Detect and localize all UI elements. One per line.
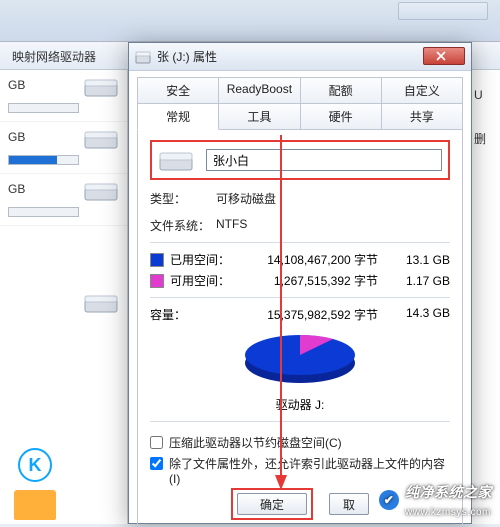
- drive-item[interactable]: [0, 286, 127, 338]
- capacity-label: 容量：: [150, 306, 236, 323]
- used-label: 已用空间：: [170, 251, 236, 268]
- capacity-gb: 14.3 GB: [390, 306, 450, 323]
- clip-u: U: [474, 88, 496, 102]
- watermark-text: 纯净系统之家: [405, 484, 492, 500]
- ok-button-highlight: 确定: [231, 488, 313, 520]
- tab-pane-general: 类型： 可移动磁盘 文件系统： NTFS 已用空间： 14,108,467,20…: [137, 129, 463, 527]
- drive-icon: [83, 74, 119, 100]
- ok-button[interactable]: 确定: [237, 493, 307, 515]
- cancel-button[interactable]: 取: [329, 493, 369, 515]
- app-k-icon[interactable]: K: [18, 448, 52, 482]
- tab-readyboost[interactable]: ReadyBoost: [219, 77, 300, 103]
- window-controls-bg: [398, 2, 488, 20]
- used-bytes: 14,108,467,200 字节: [236, 251, 390, 268]
- drive-item[interactable]: GB: [0, 70, 127, 122]
- tab-general[interactable]: 常规: [137, 103, 219, 130]
- dialog-title-text: 张 (J:) 属性: [157, 48, 217, 65]
- drive-letter-label: 驱动器 J:: [150, 396, 450, 413]
- drive-size-label: GB: [8, 78, 25, 92]
- tab-quota[interactable]: 配额: [301, 77, 382, 103]
- map-network-drive-label[interactable]: 映射网络驱动器: [12, 50, 96, 64]
- drive-size-label: GB: [8, 130, 25, 144]
- watermark-logo-icon: ✔: [379, 490, 399, 510]
- right-edge-clip: U 删: [470, 70, 500, 524]
- used-gb: 13.1 GB: [390, 253, 450, 267]
- watermark: ✔ 纯净系统之家 www.kzmsys.com: [379, 482, 492, 518]
- tab-custom[interactable]: 自定义: [382, 77, 463, 103]
- drive-item[interactable]: GB: [0, 174, 127, 226]
- drive-icon: [135, 49, 151, 65]
- free-bytes: 1,267,515,392 字节: [236, 272, 390, 289]
- tab-hardware[interactable]: 硬件: [301, 103, 382, 129]
- volume-name-input[interactable]: [206, 149, 442, 171]
- explorer-titlebar: [0, 0, 500, 42]
- tab-tools[interactable]: 工具: [219, 103, 300, 129]
- name-field-highlight: [150, 140, 450, 180]
- drive-icon: [158, 146, 194, 174]
- clip-del: 删: [474, 130, 496, 147]
- drive-icon: [83, 126, 119, 152]
- drive-icon: [83, 290, 119, 316]
- watermark-url: www.kzmsys.com: [405, 507, 491, 518]
- free-label: 可用空间：: [170, 272, 236, 289]
- free-swatch: [150, 274, 164, 288]
- usage-pie: [150, 327, 450, 394]
- index-checkbox[interactable]: [150, 457, 163, 470]
- drive-size-label: GB: [8, 182, 25, 196]
- drive-icon: [83, 178, 119, 204]
- folder-icon[interactable]: [14, 490, 56, 520]
- capacity-bytes: 15,375,982,592 字节: [236, 306, 390, 323]
- type-label: 类型：: [150, 190, 216, 207]
- close-icon: [436, 51, 446, 61]
- compress-checkbox[interactable]: [150, 436, 163, 449]
- compress-label: 压缩此驱动器以节约磁盘空间(C): [169, 434, 342, 451]
- compress-option[interactable]: 压缩此驱动器以节约磁盘空间(C): [150, 434, 450, 451]
- close-button[interactable]: [423, 47, 465, 65]
- free-gb: 1.17 GB: [390, 274, 450, 288]
- usage-section: 已用空间： 14,108,467,200 字节 13.1 GB 可用空间： 1,…: [150, 251, 450, 289]
- dialog-titlebar[interactable]: 张 (J:) 属性: [129, 43, 471, 71]
- type-value: 可移动磁盘: [216, 190, 276, 207]
- drive-item[interactable]: GB: [0, 122, 127, 174]
- tab-sharing[interactable]: 共享: [382, 103, 463, 129]
- filesystem-value: NTFS: [216, 217, 247, 234]
- filesystem-label: 文件系统：: [150, 217, 216, 234]
- tab-strip: 安全 ReadyBoost 配额 自定义 常规 工具 硬件 共享: [137, 77, 463, 129]
- properties-dialog: 张 (J:) 属性 安全 ReadyBoost 配额 自定义 常规 工具 硬件 …: [128, 42, 472, 524]
- tab-security[interactable]: 安全: [137, 77, 219, 103]
- used-swatch: [150, 253, 164, 267]
